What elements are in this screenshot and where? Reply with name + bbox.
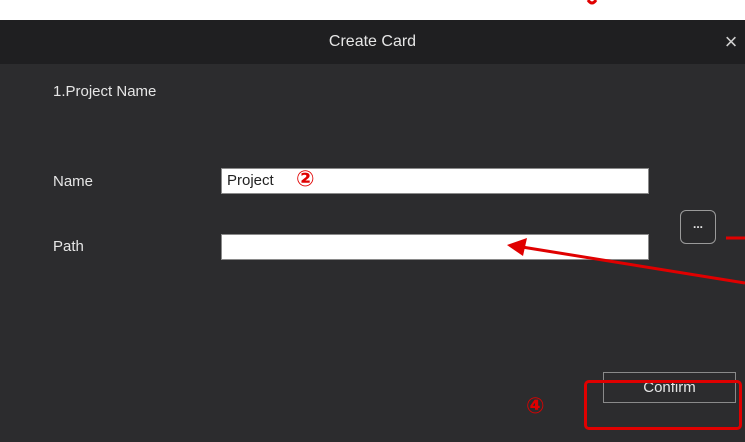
- top-arc-mark: [586, 0, 598, 5]
- path-arrow-line: [521, 245, 745, 285]
- annotation-overlay: [507, 0, 745, 285]
- path-arrow-head: [507, 238, 527, 256]
